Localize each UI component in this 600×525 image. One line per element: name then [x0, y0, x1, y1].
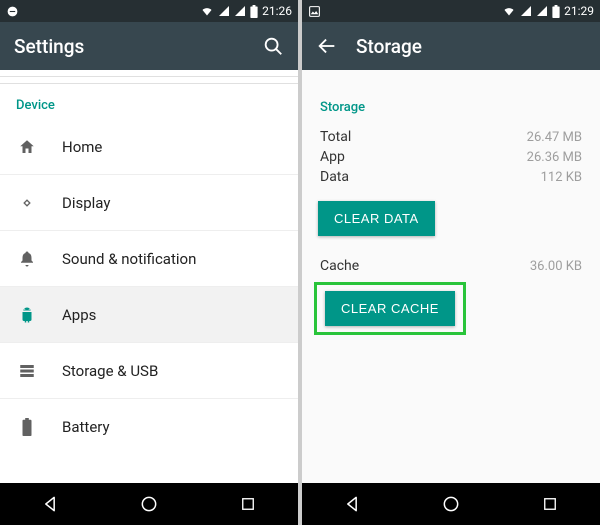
nav-recent-icon[interactable]	[530, 495, 570, 513]
list-item-label: Apps	[62, 306, 282, 324]
clear-cache-button[interactable]: CLEAR CACHE	[325, 291, 455, 326]
android-icon	[16, 306, 38, 324]
row-app: App 26.36 MB	[302, 147, 600, 167]
signal-icon	[520, 5, 532, 17]
dnd-icon	[6, 5, 19, 18]
list-item-home[interactable]: Home	[0, 119, 298, 175]
app-bar: Settings	[0, 22, 298, 70]
row-total: Total 26.47 MB	[302, 127, 600, 147]
list-item-label: Battery	[62, 418, 282, 436]
nav-back-icon[interactable]	[332, 494, 372, 514]
list-item-label: Display	[62, 194, 282, 212]
section-label-storage: Storage	[302, 70, 600, 127]
home-icon	[16, 138, 38, 156]
row-label: Total	[320, 129, 351, 145]
row-data: Data 112 KB	[302, 167, 600, 187]
status-bar: 21:26	[0, 0, 298, 22]
divider	[0, 76, 298, 84]
row-value: 112 KB	[541, 170, 582, 185]
battery-icon	[16, 418, 38, 436]
wifi-icon	[200, 5, 214, 17]
list-item-display[interactable]: Display	[0, 175, 298, 231]
nav-back-icon[interactable]	[30, 494, 70, 514]
wifi-icon	[502, 5, 516, 17]
status-bar: 21:29	[302, 0, 600, 22]
page-title: Storage	[356, 35, 586, 58]
nav-home-icon[interactable]	[431, 494, 471, 514]
clear-data-wrap: CLEAR DATA	[302, 187, 600, 250]
clear-data-button[interactable]: CLEAR DATA	[318, 201, 435, 236]
list-item-storage[interactable]: Storage & USB	[0, 343, 298, 399]
nav-home-icon[interactable]	[129, 494, 169, 514]
row-label: Cache	[320, 258, 359, 274]
battery-icon	[250, 5, 258, 18]
status-time: 21:29	[564, 4, 594, 18]
section-label-device: Device	[0, 84, 298, 119]
list-item-label: Home	[62, 138, 282, 156]
screen-settings: 21:26 Settings Device Home Display	[0, 0, 298, 525]
list-item-sound[interactable]: Sound & notification	[0, 231, 298, 287]
brightness-icon	[16, 194, 38, 212]
list-item-battery[interactable]: Battery	[0, 399, 298, 455]
row-label: App	[320, 149, 345, 165]
storage-icon	[16, 362, 38, 380]
row-value: 26.47 MB	[527, 130, 582, 145]
status-time: 21:26	[262, 4, 292, 18]
app-bar: Storage	[302, 22, 600, 70]
row-label: Data	[320, 169, 349, 185]
search-icon[interactable]	[262, 35, 284, 57]
back-icon[interactable]	[316, 35, 338, 57]
device-list: Home Display Sound & notification Apps S	[0, 119, 298, 455]
page-title: Settings	[14, 35, 244, 58]
signal-icon	[218, 5, 230, 17]
row-value: 36.00 KB	[530, 259, 582, 274]
list-item-label: Storage & USB	[62, 362, 282, 380]
storage-body: Storage Total 26.47 MB App 26.36 MB Data…	[302, 70, 600, 483]
row-cache: Cache 36.00 KB	[302, 256, 600, 276]
battery-icon	[552, 5, 560, 18]
nav-recent-icon[interactable]	[228, 495, 268, 513]
signal-icon	[234, 5, 246, 17]
nav-bar	[0, 483, 298, 525]
list-item-apps[interactable]: Apps	[0, 287, 298, 343]
signal-icon	[536, 5, 548, 17]
screen-storage: 21:29 Storage Storage Total 26.47 MB App…	[302, 0, 600, 525]
list-item-label: Sound & notification	[62, 250, 282, 268]
image-icon	[308, 5, 321, 18]
highlight-box: CLEAR CACHE	[314, 282, 466, 335]
settings-body: Device Home Display Sound & notification…	[0, 70, 298, 483]
row-value: 26.36 MB	[527, 150, 582, 165]
bell-icon	[16, 250, 38, 268]
nav-bar	[302, 483, 600, 525]
